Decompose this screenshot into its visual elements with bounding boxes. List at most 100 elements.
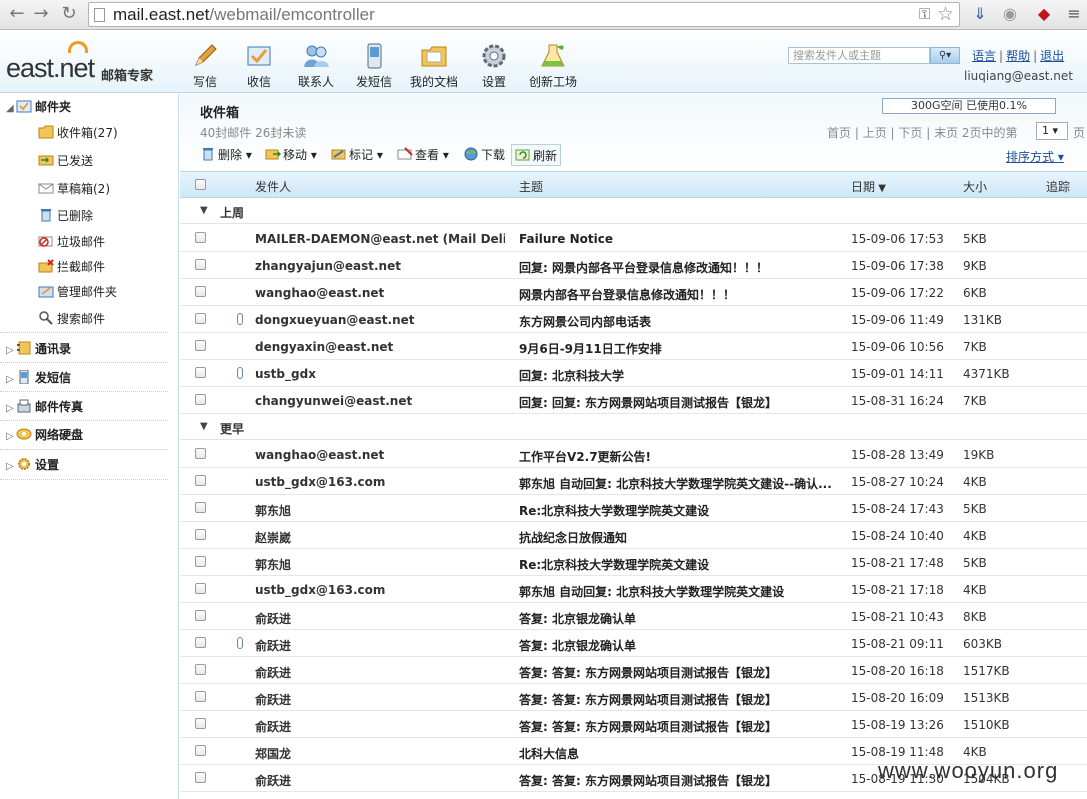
- sort-dropdown[interactable]: 排序方式 ▾: [1006, 148, 1064, 165]
- sender[interactable]: 俞跃进: [255, 772, 505, 789]
- table-row[interactable]: changyunwei@east.net 回复: 回复: 东方网景网站项目测试报告…: [180, 387, 1087, 414]
- column-subject[interactable]: 主题: [519, 178, 543, 195]
- row-checkbox[interactable]: [195, 259, 206, 270]
- mark-button[interactable]: 标记 ▾: [331, 144, 383, 166]
- next-page-link[interactable]: 下页: [898, 126, 922, 140]
- row-checkbox[interactable]: [195, 529, 206, 540]
- subject[interactable]: 抗战纪念日放假通知: [519, 529, 839, 546]
- table-row[interactable]: zhangyajun@east.net 回复: 网景内部各平台登录信息修改通知！！…: [180, 252, 1087, 279]
- row-checkbox[interactable]: [195, 556, 206, 567]
- menu-icon[interactable]: ≡: [1064, 4, 1084, 24]
- row-checkbox[interactable]: [195, 475, 206, 486]
- settings-button[interactable]: 设置: [479, 41, 509, 90]
- row-checkbox[interactable]: [195, 448, 206, 459]
- first-page-link[interactable]: 首页: [827, 126, 851, 140]
- sidebar-item-settings[interactable]: ▷ 设置: [6, 454, 59, 476]
- subject[interactable]: 回复: 北京科技大学: [519, 367, 839, 384]
- table-row[interactable]: 俞跃进 答复: 答复: 东方网景网站项目测试报告【银龙】 15-08-20 16:1…: [180, 657, 1087, 684]
- sidebar-item-mail-fax[interactable]: ▷ 邮件传真: [6, 396, 83, 418]
- subject[interactable]: 答复: 答复: 东方网景网站项目测试报告【银龙】: [519, 718, 839, 735]
- table-row[interactable]: 俞跃进 答复: 北京银龙确认单 15-08-21 10:43 8KB: [180, 603, 1087, 630]
- subject[interactable]: 郭东旭 自动回复: 北京科技大学数理学院英文建设--确认...: [519, 475, 839, 492]
- column-track[interactable]: 追踪: [1046, 178, 1070, 195]
- sender[interactable]: wanghao@east.net: [255, 286, 505, 300]
- compose-button[interactable]: 写信: [190, 41, 220, 90]
- sender[interactable]: 郭东旭: [255, 556, 505, 573]
- subject[interactable]: 回复: 网景内部各平台登录信息修改通知！！！: [519, 259, 839, 276]
- table-row[interactable]: MAILER-DAEMON@east.net (Mail Delive... Fa…: [180, 225, 1087, 252]
- row-checkbox[interactable]: [195, 286, 206, 297]
- sender[interactable]: 俞跃进: [255, 637, 505, 654]
- sender[interactable]: changyunwei@east.net: [255, 394, 505, 408]
- table-row[interactable]: 俞跃进 答复: 北京银龙确认单 15-08-21 09:11 603KB: [180, 630, 1087, 657]
- row-checkbox[interactable]: [195, 664, 206, 675]
- sender[interactable]: wanghao@east.net: [255, 448, 505, 462]
- row-checkbox[interactable]: [195, 772, 206, 783]
- help-link[interactable]: 帮助: [1006, 49, 1030, 63]
- sidebar-item-inbox[interactable]: 收件箱(27): [38, 122, 118, 144]
- table-row[interactable]: ustb_gdx 回复: 北京科技大学 15-09-01 14:11 4371KB: [180, 360, 1087, 387]
- sidebar-item-blocked[interactable]: 拦截邮件: [38, 256, 105, 278]
- search-input[interactable]: 搜索发件人或主题: [788, 47, 930, 64]
- prev-page-link[interactable]: 上页: [863, 126, 887, 140]
- sender[interactable]: ustb_gdx: [255, 367, 505, 381]
- move-button[interactable]: 移动 ▾: [265, 144, 317, 166]
- sender[interactable]: dongxueyuan@east.net: [255, 313, 505, 327]
- sender[interactable]: ustb_gdx@163.com: [255, 475, 505, 489]
- sender[interactable]: 郑国龙: [255, 745, 505, 762]
- globe-extension-icon[interactable]: ◉: [1000, 4, 1020, 24]
- back-arrow-icon[interactable]: ←: [6, 3, 28, 25]
- row-checkbox[interactable]: [195, 691, 206, 702]
- table-row[interactable]: dengyaxin@east.net 9月6日-9月11日工作安排 15-09-06…: [180, 333, 1087, 360]
- sidebar-item-sent[interactable]: 已发送: [38, 150, 93, 172]
- documents-button[interactable]: 我的文档: [410, 41, 458, 90]
- table-row[interactable]: 俞跃进 答复: 答复: 东方网景网站项目测试报告【银龙】 15-08-20 16:0…: [180, 684, 1087, 711]
- table-row[interactable]: wanghao@east.net 工作平台V2.7更新公告! 15-08-28 13…: [180, 441, 1087, 468]
- delete-button[interactable]: 删除 ▾: [200, 144, 252, 166]
- row-checkbox[interactable]: [195, 745, 206, 756]
- sender[interactable]: ustb_gdx@163.com: [255, 583, 505, 597]
- sender[interactable]: MAILER-DAEMON@east.net (Mail Delive...: [255, 232, 505, 246]
- column-from[interactable]: 发件人: [255, 178, 291, 195]
- subject[interactable]: 答复: 答复: 东方网景网站项目测试报告【银龙】: [519, 691, 839, 708]
- page-select[interactable]: 1 ▾: [1036, 122, 1068, 140]
- sidebar-item-sms[interactable]: ▷ 发短信: [6, 367, 71, 389]
- table-row[interactable]: 俞跃进 答复: 答复: 东方网景网站项目测试报告【银龙】 15-08-19 13:2…: [180, 711, 1087, 738]
- last-page-link[interactable]: 末页: [934, 126, 958, 140]
- subject[interactable]: 郭东旭 自动回复: 北京科技大学数理学院英文建设: [519, 583, 839, 600]
- subject[interactable]: Re:北京科技大学数理学院英文建设: [519, 556, 839, 573]
- sender[interactable]: 俞跃进: [255, 610, 505, 627]
- subject[interactable]: Re:北京科技大学数理学院英文建设: [519, 502, 839, 519]
- logout-link[interactable]: 退出: [1040, 49, 1064, 63]
- address-bar[interactable]: mail.east.net/webmail/emcontroller ⚿ ☆: [88, 2, 960, 27]
- sender[interactable]: 俞跃进: [255, 691, 505, 708]
- logo[interactable]: east.net: [6, 53, 95, 84]
- sender[interactable]: dengyaxin@east.net: [255, 340, 505, 354]
- table-row[interactable]: 郭东旭 Re:北京科技大学数理学院英文建设 15-08-24 17:43 5KB: [180, 495, 1087, 522]
- sender[interactable]: zhangyajun@east.net: [255, 259, 505, 273]
- sidebar-item-network-disk[interactable]: ▷ 网络硬盘: [6, 424, 83, 446]
- forward-arrow-icon[interactable]: →: [30, 3, 52, 25]
- row-checkbox[interactable]: [195, 583, 206, 594]
- row-checkbox[interactable]: [195, 367, 206, 378]
- subject[interactable]: 回复: 回复: 东方网景网站项目测试报告【银龙】: [519, 394, 839, 411]
- row-checkbox[interactable]: [195, 502, 206, 513]
- subject[interactable]: 东方网景公司内部电话表: [519, 313, 839, 330]
- contacts-button[interactable]: 联系人: [298, 41, 334, 90]
- key-icon[interactable]: ⚿: [919, 5, 930, 23]
- sidebar-item-deleted[interactable]: 已删除: [38, 205, 93, 227]
- table-row[interactable]: 赵崇崴 抗战纪念日放假通知 15-08-24 10:40 4KB: [180, 522, 1087, 549]
- row-checkbox[interactable]: [195, 718, 206, 729]
- row-checkbox[interactable]: [195, 637, 206, 648]
- subject[interactable]: 答复: 答复: 东方网景网站项目测试报告【银龙】: [519, 772, 839, 789]
- receive-button[interactable]: 收信: [244, 41, 274, 90]
- table-row[interactable]: 郭东旭 Re:北京科技大学数理学院英文建设 15-08-21 17:48 5KB: [180, 549, 1087, 576]
- table-row[interactable]: wanghao@east.net 网景内部各平台登录信息修改通知！！！ 15-09-…: [180, 279, 1087, 306]
- sidebar-item-search-mail[interactable]: 搜索邮件: [38, 308, 105, 330]
- bookmark-star-icon[interactable]: ☆: [937, 3, 954, 25]
- sender[interactable]: 俞跃进: [255, 664, 505, 681]
- table-row[interactable]: ustb_gdx@163.com 郭东旭 自动回复: 北京科技大学数理学院英文建设…: [180, 576, 1087, 603]
- innovation-works-button[interactable]: 创新工场: [529, 41, 577, 90]
- subject[interactable]: 网景内部各平台登录信息修改通知！！！: [519, 286, 839, 303]
- row-checkbox[interactable]: [195, 394, 206, 405]
